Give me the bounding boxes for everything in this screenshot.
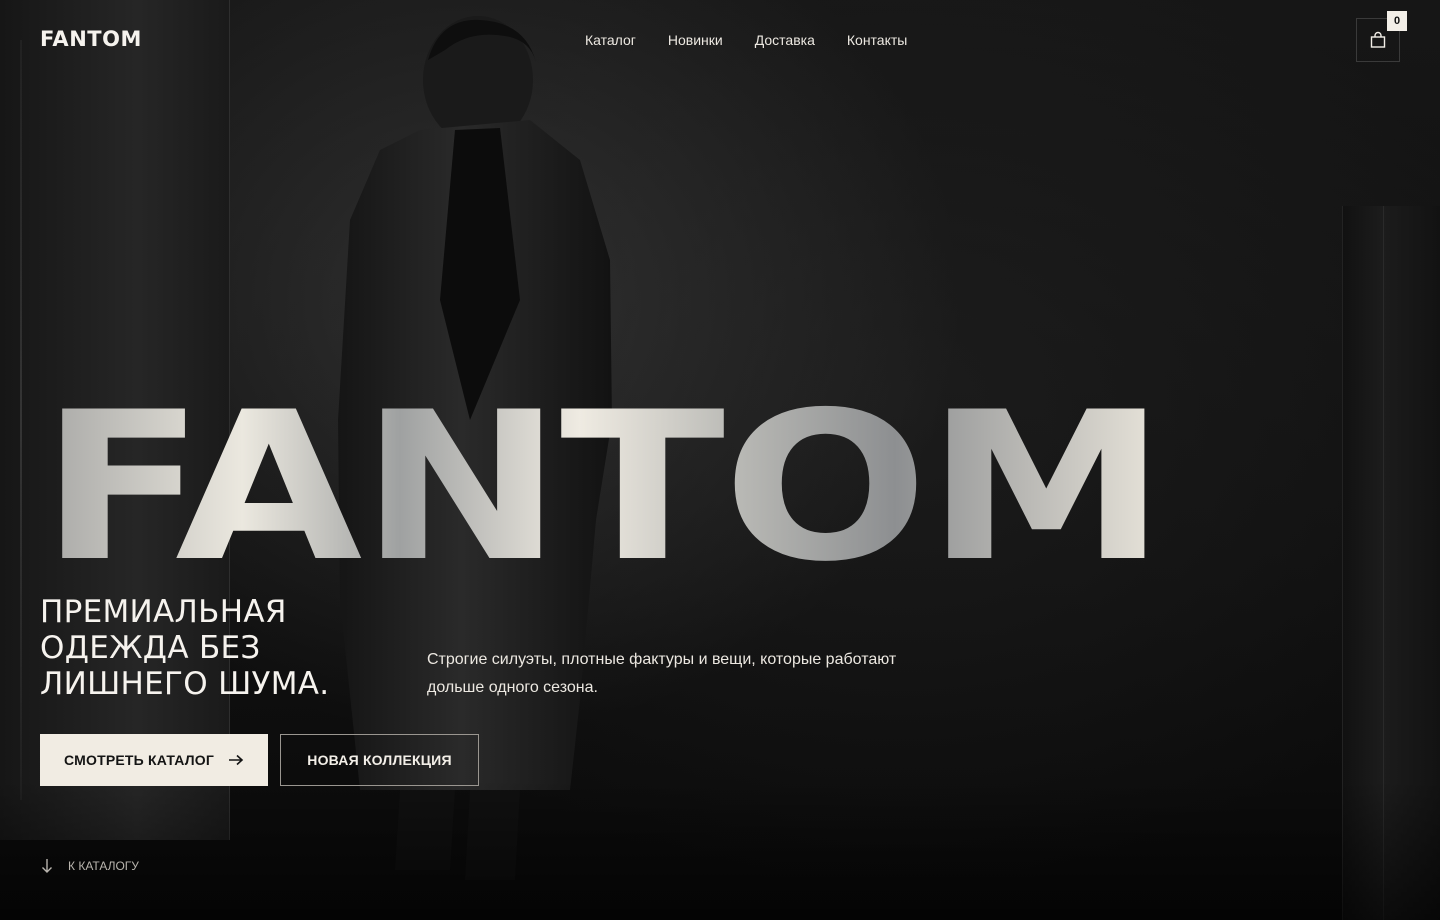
scroll-to-catalog-link[interactable]: К КАТАЛОГУ xyxy=(40,858,139,874)
hero-tagline: ПРЕМИАЛЬНАЯ ОДЕЖДА БЕЗ ЛИШНЕГО ШУМА. xyxy=(40,594,330,702)
shopping-bag-icon xyxy=(1370,31,1386,48)
site-logo[interactable]: FANTOM xyxy=(40,27,142,51)
hero-description: Строгие силуэты, плотные фактуры и вещи,… xyxy=(427,651,897,696)
cart-count-badge: 0 xyxy=(1387,11,1407,31)
nav-link-catalog[interactable]: Каталог xyxy=(585,31,636,49)
arrow-down-icon xyxy=(42,859,52,873)
nav-link-contacts[interactable]: Контакты xyxy=(847,31,907,49)
main-nav: Каталог Новинки Доставка Контакты xyxy=(585,31,907,49)
floor-shadow xyxy=(0,780,1440,920)
view-catalog-button[interactable]: СМОТРЕТЬ КАТАЛОГ xyxy=(40,734,268,786)
cart-button[interactable]: 0 xyxy=(1356,11,1407,62)
hero-brand-title: FANTOM xyxy=(40,369,1167,607)
arrow-right-icon xyxy=(228,754,244,766)
new-collection-button[interactable]: НОВАЯ КОЛЛЕКЦИЯ xyxy=(280,734,479,786)
nav-link-new[interactable]: Новинки xyxy=(668,31,723,49)
site-header: FANTOM Каталог Новинки Доставка Контакты… xyxy=(0,0,1440,80)
nav-link-delivery[interactable]: Доставка xyxy=(755,31,815,49)
scroll-to-catalog-label: К КАТАЛОГУ xyxy=(68,859,139,873)
hero-section: FANTOM Каталог Новинки Доставка Контакты… xyxy=(0,0,1440,920)
view-catalog-button-label: СМОТРЕТЬ КАТАЛОГ xyxy=(64,752,214,768)
new-collection-button-label: НОВАЯ КОЛЛЕКЦИЯ xyxy=(307,752,452,768)
